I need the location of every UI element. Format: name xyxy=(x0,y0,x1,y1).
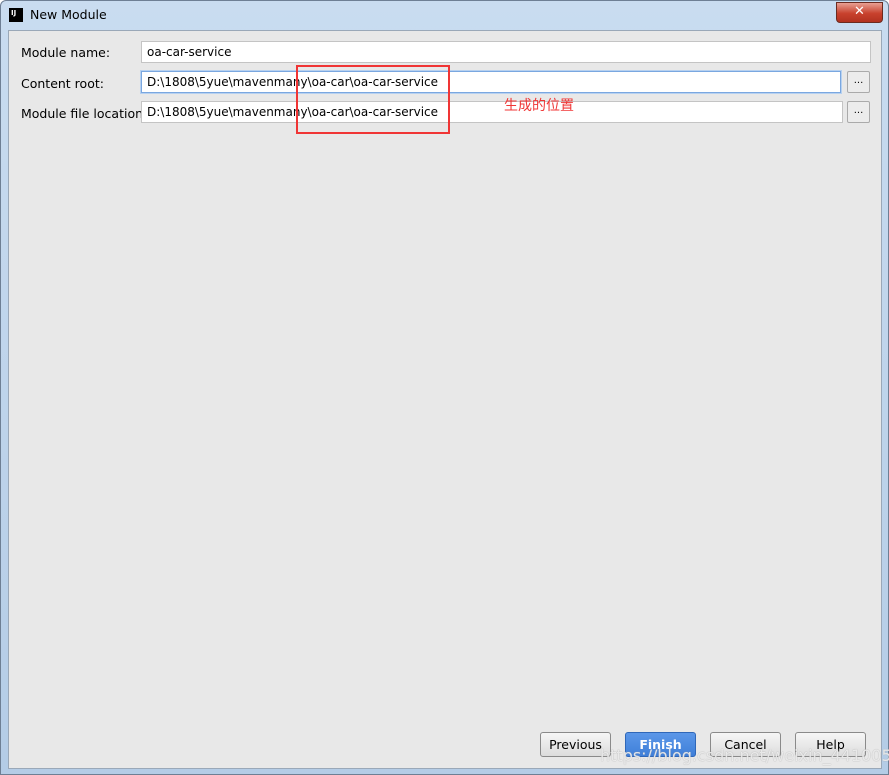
close-icon: ✕ xyxy=(854,4,865,19)
module-file-location-label: Module file location: xyxy=(21,106,148,121)
annotation-highlight-box xyxy=(296,65,450,134)
content-root-browse-button[interactable]: ... xyxy=(847,71,870,93)
content-root-input[interactable]: D:\1808\5yue\mavenmany\oa-car\oa-car-ser… xyxy=(141,71,841,93)
close-button[interactable]: ✕ xyxy=(836,2,883,23)
content-root-label: Content root: xyxy=(21,76,104,91)
module-name-label: Module name: xyxy=(21,45,111,60)
intellij-logo-icon: IJ xyxy=(9,8,23,22)
module-file-location-browse-button[interactable]: ... xyxy=(847,101,870,123)
module-name-input[interactable]: oa-car-service xyxy=(141,41,871,63)
dialog-content: Module name: oa-car-service Content root… xyxy=(8,30,882,769)
annotation-note: 生成的位置 xyxy=(504,98,574,114)
new-module-dialog: IJ New Module ✕ Module name: oa-car-serv… xyxy=(0,0,889,775)
window-title: New Module xyxy=(30,7,107,22)
watermark: https://blog.csdn.net/weixin_44100514 xyxy=(600,746,889,765)
module-file-location-input[interactable]: D:\1808\5yue\mavenmany\oa-car\oa-car-ser… xyxy=(141,101,843,123)
